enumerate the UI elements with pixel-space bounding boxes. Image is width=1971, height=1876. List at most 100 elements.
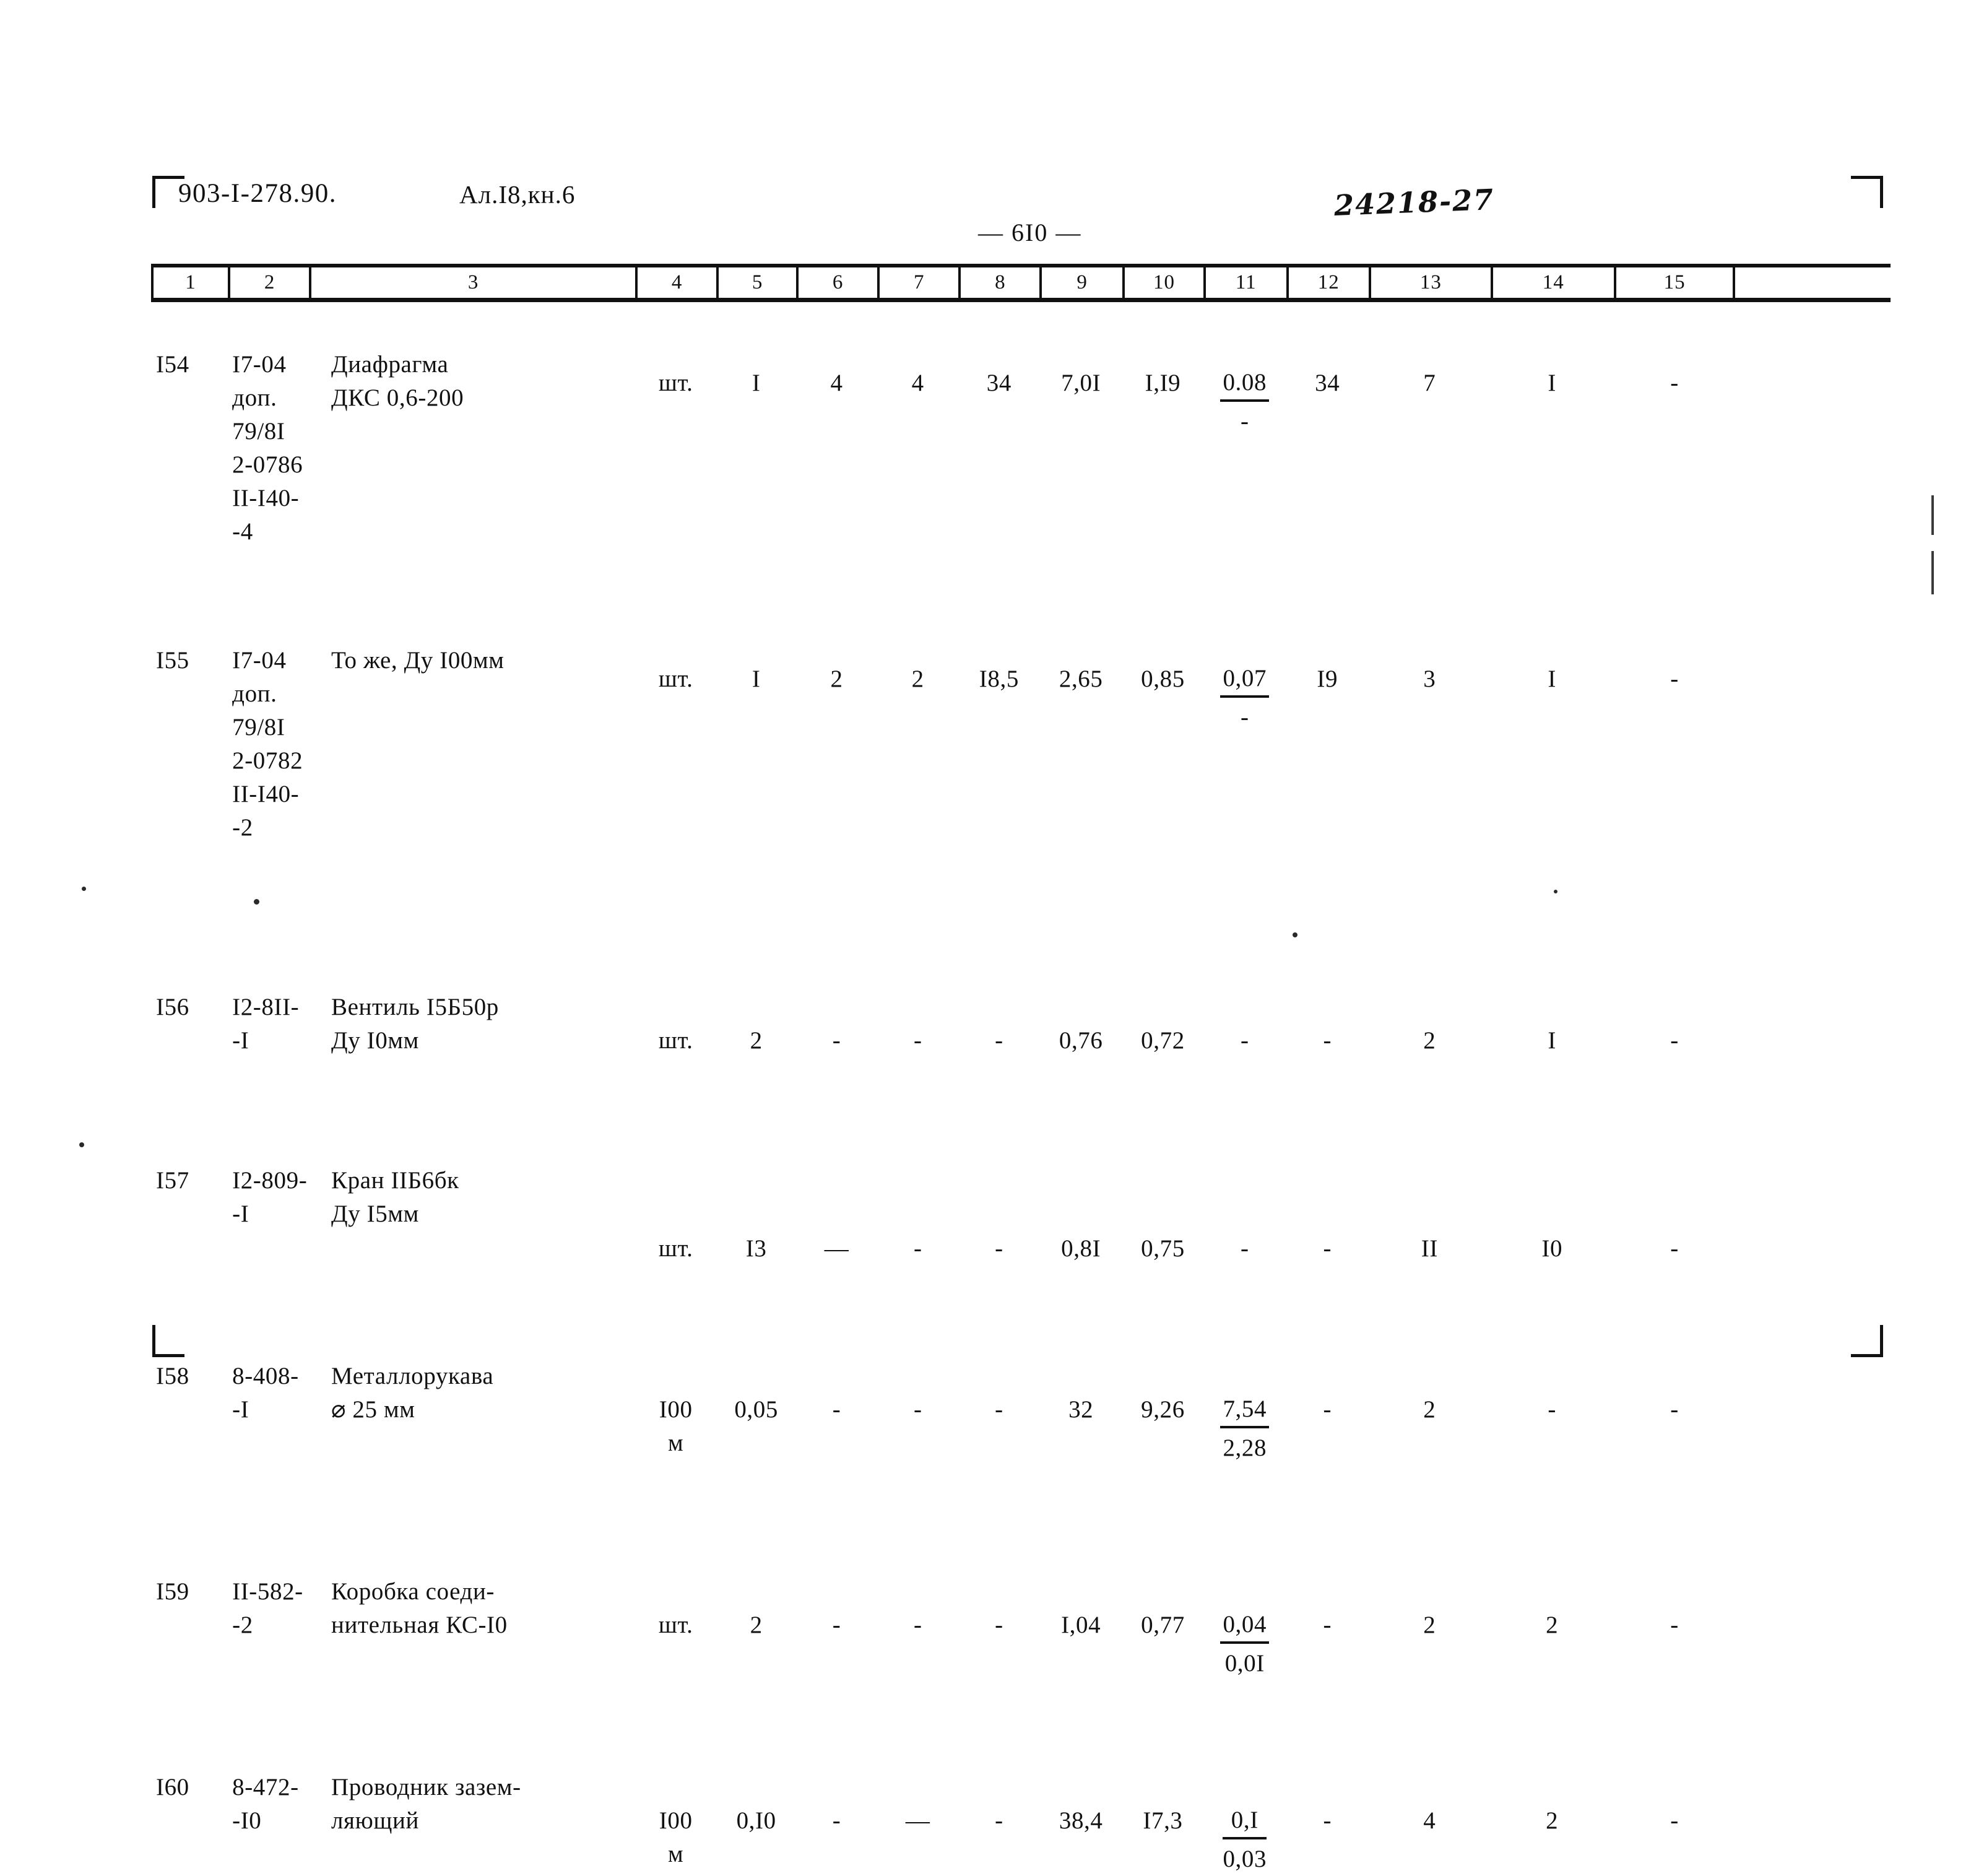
cell-col-9: 7,0I (1061, 370, 1101, 396)
table-row: I54 I7-04 доп. 79/8I 2-0786 II-I40- -4 Диа… (151, 310, 1891, 545)
cell-col-3: Коробка соеди- нительная КС-I0 (331, 1578, 508, 1638)
cell-col-8: - (995, 1612, 1003, 1638)
cell-col-6: - (832, 1396, 841, 1423)
cell-col-8: 34 (986, 370, 1011, 396)
column-header-9: 9 (1039, 267, 1122, 298)
crop-mark-bottom-left (152, 1325, 184, 1357)
scan-speck (254, 899, 259, 905)
cell-col-5: I (752, 370, 761, 396)
cell-col-13: 4 (1423, 1807, 1436, 1834)
cell-col-4: шт. (658, 1235, 693, 1262)
cell-col-15: - (1670, 1612, 1679, 1638)
cell-col-10: 0,77 (1141, 1612, 1185, 1638)
table-body: I54 I7-04 доп. 79/8I 2-0786 II-I40- -4 Диа… (151, 310, 1891, 1872)
cell-col-1: I60 (156, 1774, 189, 1800)
cell-col-8: - (995, 1235, 1003, 1262)
cell-col-7: - (913, 1396, 922, 1423)
cell-col-5: I3 (745, 1235, 767, 1262)
cell-col-13: 2 (1423, 1396, 1436, 1423)
scan-speck (82, 887, 86, 891)
fraction-numerator: 0.08 (1220, 367, 1270, 402)
cell-col-6: - (832, 1612, 841, 1638)
column-header-5: 5 (716, 267, 796, 298)
cell-col-13: 7 (1423, 370, 1436, 396)
cell-col-4: шт. (658, 1612, 693, 1638)
scan-speck (1554, 890, 1557, 893)
cell-col-5: 2 (750, 1612, 763, 1638)
column-header-8: 8 (958, 267, 1039, 298)
scan-speck (79, 1142, 84, 1147)
fraction-value: 0,I 0,03 (1223, 1804, 1267, 1875)
table-row: I60 8-472- -I0 Проводник зазем- ляющий I00 … (151, 1022, 1891, 1872)
cell-col-3: Проводник зазем- ляющий (331, 1774, 521, 1834)
column-header-12: 12 (1286, 267, 1369, 298)
column-header-1: 1 (151, 267, 228, 298)
cell-col-5: 0,05 (734, 1396, 778, 1423)
column-header-4: 4 (635, 267, 716, 298)
cell-col-1: I59 (156, 1578, 189, 1605)
cell-col-9: 0,8I (1061, 1235, 1101, 1262)
cell-col-11: 0.08 - (1203, 367, 1286, 438)
cell-col-12: 34 (1315, 370, 1340, 396)
cell-col-1: I54 (156, 351, 189, 378)
cell-col-14: - (1548, 1396, 1556, 1423)
cell-col-10: 9,26 (1141, 1396, 1185, 1423)
cell-col-7: — (905, 1807, 930, 1834)
cell-col-12: - (1323, 1612, 1332, 1638)
fraction-denominator: 2,28 (1223, 1435, 1267, 1461)
table-row: I58 8-408- -I Металлорукава ⌀ 25 мм I00 м 0,… (151, 816, 1891, 1461)
column-header-13: 13 (1369, 267, 1491, 298)
cell-col-8: - (995, 1396, 1003, 1423)
cell-col-10: I,I9 (1145, 370, 1181, 396)
fraction-denominator: - (1240, 408, 1249, 435)
cell-col-4: шт. (658, 370, 693, 396)
cell-col-1: I57 (156, 1167, 189, 1194)
column-header-10: 10 (1122, 267, 1203, 298)
cell-col-11: 0,04 0,0I (1203, 1609, 1286, 1680)
cell-col-14: 2 (1546, 1807, 1559, 1834)
album-reference: Ал.I8,кн.6 (459, 180, 576, 209)
cell-col-8: - (995, 1807, 1003, 1834)
cell-col-9: I,04 (1061, 1612, 1101, 1638)
cell-col-4: I00 м (659, 1807, 693, 1867)
table-row: I59 II-582- -2 Коробка соеди- нительная КС… (151, 924, 1891, 1677)
cell-col-15: - (1670, 1807, 1679, 1834)
cell-col-10: 0,75 (1141, 1235, 1185, 1262)
cell-col-1: I58 (156, 1363, 189, 1389)
column-header-6: 6 (796, 267, 877, 298)
column-header-14: 14 (1490, 267, 1614, 298)
page-number: — 6I0 — (978, 219, 1082, 246)
fraction-numerator: 0,I (1223, 1804, 1267, 1839)
crop-mark-top-right (1851, 176, 1883, 208)
cell-col-3: Кран IIБ6бк Ду I5мм (331, 1167, 459, 1227)
cell-col-2: 8-472- -I0 (232, 1774, 299, 1834)
fraction-value: 7,54 2,28 (1220, 1393, 1270, 1464)
column-header-7: 7 (877, 267, 958, 298)
cell-col-15: - (1670, 1396, 1679, 1423)
cell-col-11: 0,I 0,03 (1203, 1804, 1286, 1876)
fraction-denominator: 0,0I (1224, 1650, 1265, 1677)
document-code: 903-I-278.90. (178, 179, 337, 208)
cell-col-14: I (1548, 370, 1556, 396)
cell-col-11: 7,54 2,28 (1203, 1393, 1286, 1465)
cell-col-9: 38,4 (1059, 1807, 1103, 1834)
cell-col-13: 2 (1423, 1612, 1436, 1638)
column-header-11: 11 (1203, 267, 1286, 298)
cell-col-6: - (832, 1807, 841, 1834)
cell-col-9: 32 (1068, 1396, 1094, 1423)
fraction-value: 0.08 - (1220, 367, 1270, 438)
table-column-header-row: 1 2 3 4 5 6 7 8 9 10 11 12 13 14 15 (151, 264, 1891, 302)
crop-mark-bottom-right (1851, 1325, 1883, 1357)
cell-col-7: - (913, 1235, 922, 1262)
cell-col-2: I2-809- -I (232, 1167, 308, 1227)
table-row: I57 I2-809- -I Кран IIБ6бк Ду I5мм шт. I3 — - -… (151, 718, 1891, 1262)
cell-col-5: 0,I0 (736, 1807, 776, 1834)
fraction-numerator: 0,04 (1220, 1609, 1270, 1644)
scan-speck (1293, 932, 1297, 937)
empty-dash: - (1240, 1235, 1249, 1262)
column-header-2: 2 (228, 267, 309, 298)
handwritten-annotation: 24218-27 (1333, 183, 1496, 222)
cell-col-12: - (1323, 1235, 1332, 1262)
cell-col-14: I0 (1541, 1235, 1563, 1262)
cell-col-2: 8-408- -I (232, 1363, 299, 1423)
